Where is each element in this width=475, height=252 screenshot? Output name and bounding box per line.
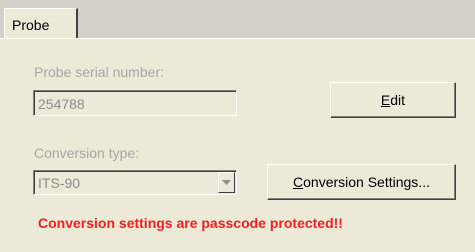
conversion-type-select[interactable]: ITS-90 — [33, 170, 237, 195]
probe-serial-field: 254788 — [33, 90, 237, 116]
tab-probe[interactable]: Probe — [4, 8, 78, 39]
edit-button[interactable]: Edit — [330, 82, 456, 118]
dropdown-arrow-button[interactable] — [218, 172, 235, 193]
chevron-down-icon — [222, 180, 231, 185]
conversion-type-value: ITS-90 — [38, 175, 81, 191]
edit-mnemonic: E — [380, 92, 391, 108]
conversion-type-label: Conversion type: — [34, 145, 140, 161]
probe-serial-label: Probe serial number: — [34, 64, 164, 80]
passcode-warning: Conversion settings are passcode protect… — [38, 215, 343, 231]
conversion-settings-button[interactable]: Conversion Settings... — [267, 164, 456, 200]
conversion-settings-mnemonic: C — [293, 174, 304, 190]
tab-probe-label: Probe — [12, 17, 50, 33]
probe-serial-value: 254788 — [38, 96, 85, 112]
